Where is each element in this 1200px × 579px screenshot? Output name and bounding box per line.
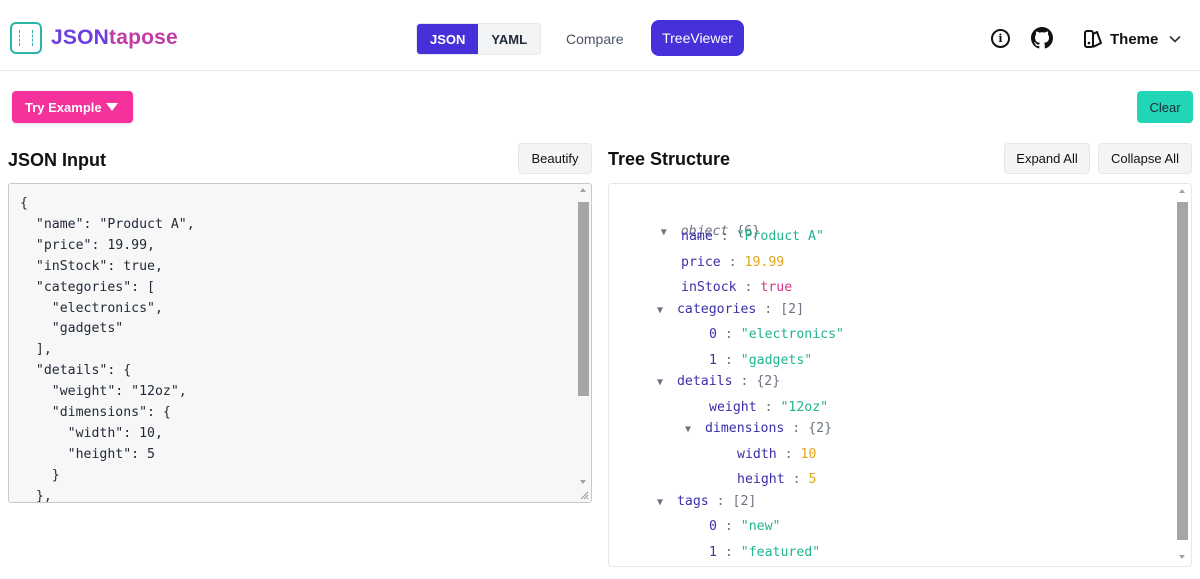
tree-root-row[interactable]: ▼ object {6} — [629, 202, 760, 239]
beautify-button[interactable]: Beautify — [518, 143, 592, 174]
resize-handle-icon[interactable] — [579, 490, 589, 500]
logo-icon — [10, 22, 42, 54]
tree-node-row: 0 : "electronics" — [709, 327, 844, 342]
info-icon[interactable]: i — [991, 29, 1010, 48]
tree-node-row: 1 : "featured" — [709, 545, 821, 560]
json-input-title: JSON Input — [8, 150, 106, 170]
expand-all-button[interactable]: Expand All — [1004, 143, 1090, 174]
tree-node-row: 0 : "new" — [709, 519, 781, 534]
format-toggle: JSON YAML — [416, 23, 542, 55]
treeviewer-tab[interactable]: TreeViewer — [651, 20, 744, 56]
tree-node-row: name : "Product A" — [681, 229, 824, 244]
collapse-toggle-icon[interactable]: ▼ — [685, 420, 697, 440]
editor-scrollbar[interactable] — [577, 186, 589, 488]
caret-down-icon — [106, 103, 118, 111]
tree-node-row: price : 19.99 — [681, 255, 785, 270]
top-header: JSONtapose JSON YAML Compare TreeViewer … — [0, 0, 1200, 71]
tree-node-row: inStock : true — [681, 280, 793, 295]
tree-node-row: 1 : "gadgets" — [709, 353, 813, 368]
theme-selector[interactable]: Theme — [1083, 27, 1182, 51]
tree-node-row[interactable]: ▼ details : {2} — [657, 372, 780, 392]
tree-node-row[interactable]: ▼ categories : [2] — [657, 300, 804, 320]
collapse-toggle-icon[interactable]: ▼ — [661, 223, 673, 243]
app-logo-text: JSONtapose — [51, 26, 178, 49]
json-input-text[interactable]: { "name": "Product A", "price": 19.99, "… — [20, 194, 195, 502]
tree-structure-title: Tree Structure — [608, 149, 731, 169]
github-icon[interactable] — [1031, 27, 1053, 49]
tree-scrollbar[interactable] — [1176, 187, 1188, 563]
format-json-button[interactable]: JSON — [417, 24, 479, 54]
theme-label: Theme — [1110, 30, 1159, 48]
tree-node-row: height : 5 — [737, 472, 817, 487]
try-example-button[interactable]: Try Example — [12, 91, 133, 123]
json-input-editor[interactable]: { "name": "Product A", "price": 19.99, "… — [8, 183, 592, 503]
collapse-all-button[interactable]: Collapse All — [1098, 143, 1192, 174]
compare-tab[interactable]: Compare — [566, 31, 624, 47]
format-yaml-button[interactable]: YAML — [478, 24, 541, 54]
chevron-down-icon — [1169, 35, 1181, 43]
tree-node-row: weight : "12oz" — [709, 400, 829, 415]
tree-view: ▼ object {6} name : "Product A" price : … — [608, 183, 1192, 567]
clear-button[interactable]: Clear — [1137, 91, 1193, 123]
tree-node-row[interactable]: ▼ tags : [2] — [657, 492, 756, 512]
collapse-toggle-icon[interactable]: ▼ — [657, 301, 669, 321]
palette-icon — [1084, 30, 1102, 48]
tree-node-row: width : 10 — [737, 447, 817, 462]
collapse-toggle-icon[interactable]: ▼ — [657, 373, 669, 393]
collapse-toggle-icon[interactable]: ▼ — [657, 493, 669, 513]
tree-node-row[interactable]: ▼ dimensions : {2} — [685, 419, 832, 439]
